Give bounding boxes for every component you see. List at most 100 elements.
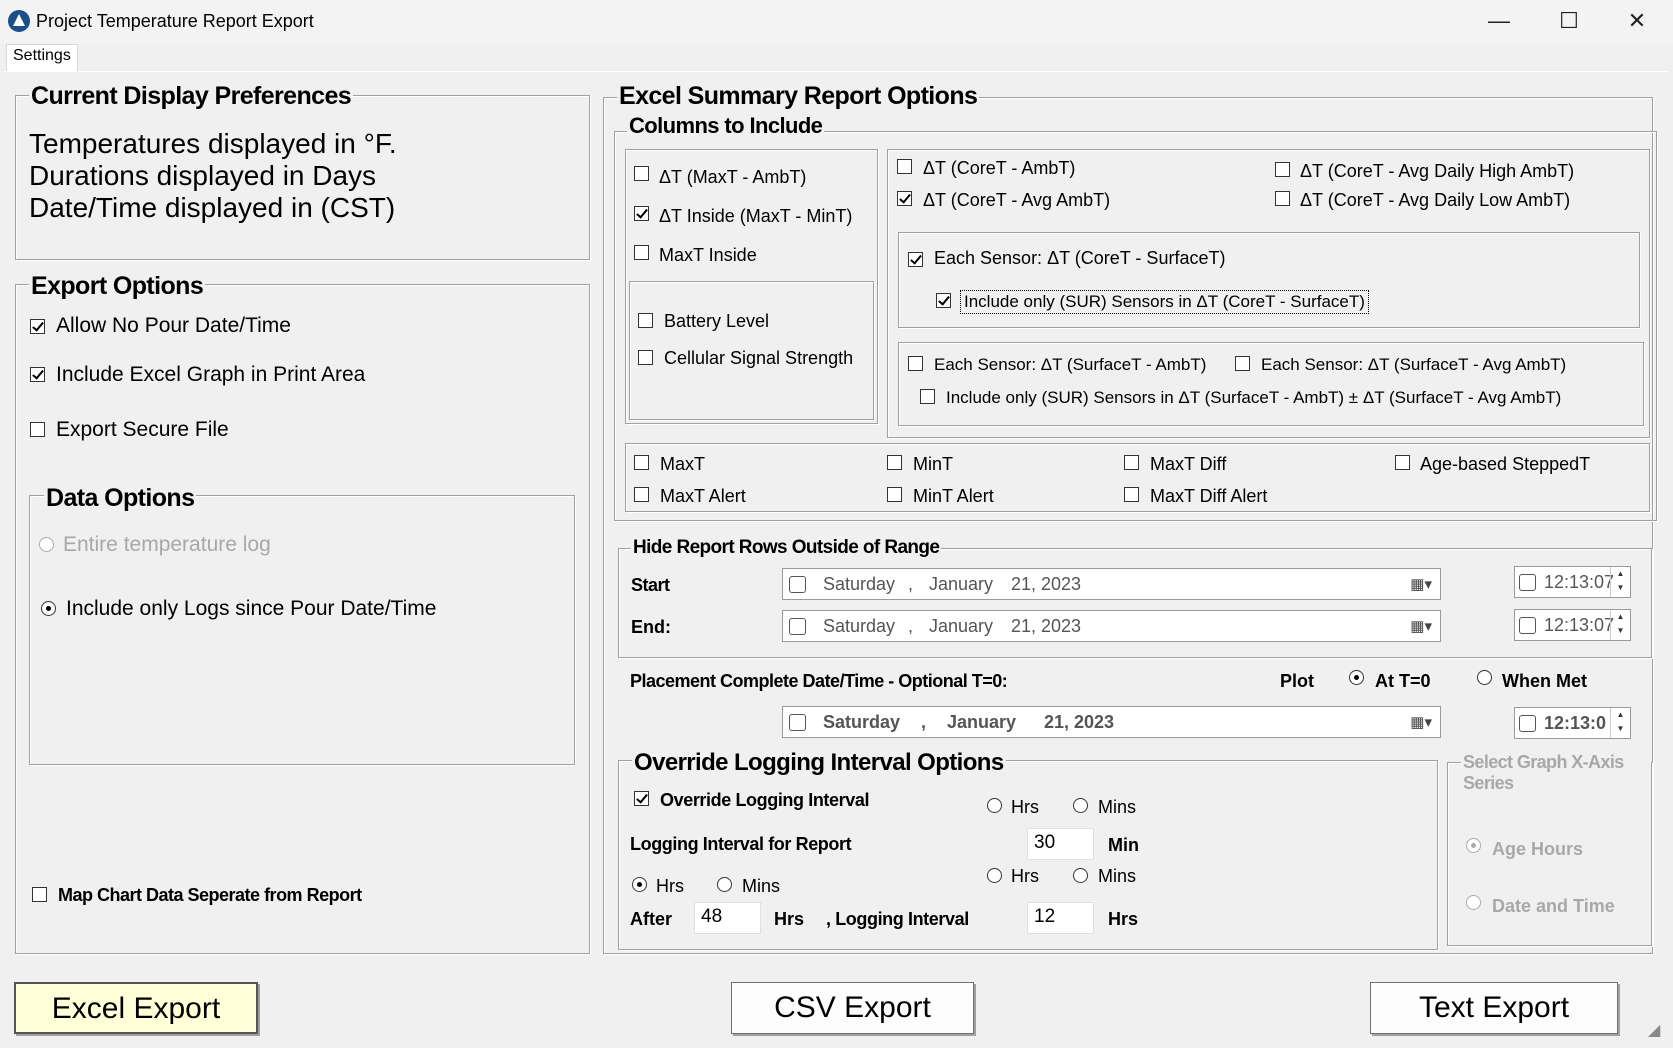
each-surface-avg-checkbox[interactable]	[1235, 356, 1250, 371]
core-amb-checkbox[interactable]	[897, 159, 912, 174]
override-mins-label-2: Mins	[1098, 866, 1137, 886]
age-hours-radio[interactable]	[1466, 838, 1481, 853]
end-date-checkbox[interactable]	[789, 618, 806, 635]
override-hrs-label-1: Hrs	[1011, 797, 1039, 817]
core-avg-low-label: ΔT (CoreT - Avg Daily Low AmbT)	[1300, 190, 1571, 210]
core-amb-label: ΔT (CoreT - AmbT)	[923, 158, 1076, 178]
mint-alert-label: MinT Alert	[913, 486, 994, 506]
placement-time-checkbox[interactable]	[1519, 715, 1536, 732]
after-mins-radio[interactable]	[717, 877, 732, 892]
dt-inside-checkbox[interactable]	[634, 206, 649, 221]
core-avg-amb-checkbox[interactable]	[897, 191, 912, 206]
excel-export-button[interactable]: Excel Export	[14, 982, 258, 1034]
each-surface-avg-label: Each Sensor: ΔT (SurfaceT - Avg AmbT)	[1261, 355, 1567, 374]
placement-sep: ,	[921, 712, 927, 732]
menu-bar	[0, 44, 1673, 71]
include-graph-checkbox[interactable]	[30, 367, 45, 382]
export-options-title: Export Options	[29, 272, 206, 301]
map-chart-checkbox[interactable]	[32, 887, 47, 902]
core-avg-low-checkbox[interactable]	[1275, 191, 1290, 206]
override-label: Override Logging Interval	[660, 790, 870, 810]
after-input[interactable]: 48	[694, 902, 761, 934]
placement-date: 21, 2023	[1044, 712, 1115, 732]
calendar-dropdown-icon[interactable]: ▦▾	[1410, 575, 1432, 593]
resize-grip-icon[interactable]: ◢	[1648, 1020, 1660, 1040]
placement-date-checkbox[interactable]	[789, 714, 806, 731]
placement-date-picker[interactable]: Saturday , January 21, 2023 ▦▾	[782, 706, 1441, 738]
end-time-checkbox[interactable]	[1519, 617, 1536, 634]
start-date: 21, 2023	[1011, 574, 1082, 594]
since-pour-radio[interactable]	[41, 601, 56, 616]
secure-file-checkbox[interactable]	[30, 422, 45, 437]
menu-settings[interactable]: Settings	[6, 44, 78, 71]
maxt-alert-checkbox[interactable]	[634, 487, 649, 502]
after-hrs-radio[interactable]	[632, 877, 647, 892]
logging-interval-unit: Hrs	[1108, 909, 1139, 929]
placement-time: 12:13:0	[1544, 713, 1607, 733]
mint-alert-checkbox[interactable]	[887, 487, 902, 502]
dt-max-amb-checkbox[interactable]	[634, 166, 649, 181]
only-sur-surface-checkbox[interactable]	[920, 389, 935, 404]
calendar-dropdown-icon[interactable]: ▦▾	[1410, 713, 1432, 731]
cellular-checkbox[interactable]	[638, 350, 653, 365]
only-sur-core-checkbox[interactable]	[936, 293, 951, 308]
spinner-arrows-icon[interactable]: ▲ ▼	[1610, 567, 1630, 597]
app-icon	[8, 10, 30, 32]
battery-checkbox[interactable]	[638, 313, 653, 328]
end-sep: ,	[908, 616, 914, 636]
placement-time-picker[interactable]: 12:13:0 ▲ ▼	[1514, 707, 1631, 739]
age-stepped-checkbox[interactable]	[1395, 455, 1410, 470]
excel-options-title: Excel Summary Report Options	[617, 82, 980, 111]
mint-checkbox[interactable]	[887, 455, 902, 470]
maxt-checkbox[interactable]	[634, 455, 649, 470]
end-date-picker[interactable]: Saturday , January 21, 2023 ▦▾	[782, 610, 1441, 642]
override-mins-radio-1[interactable]	[1073, 798, 1088, 813]
battery-label: Battery Level	[664, 311, 770, 331]
pref-datetime: Date/Time displayed in (CST)	[29, 192, 396, 223]
include-graph-label: Include Excel Graph in Print Area	[56, 363, 366, 386]
calendar-dropdown-icon[interactable]: ▦▾	[1410, 617, 1432, 635]
start-date-picker[interactable]: Saturday , January 21, 2023 ▦▾	[782, 568, 1441, 600]
at-t0-radio[interactable]	[1349, 670, 1364, 685]
override-mins-radio-2[interactable]	[1073, 868, 1088, 883]
spinner-arrows-icon[interactable]: ▲ ▼	[1610, 708, 1630, 738]
when-met-label: When Met	[1502, 671, 1587, 691]
allow-no-pour-label: Allow No Pour Date/Time	[56, 314, 291, 337]
override-hrs-radio-1[interactable]	[987, 798, 1002, 813]
maxt-inside-label: MaxT Inside	[659, 245, 757, 265]
date-time-radio[interactable]	[1466, 895, 1481, 910]
maxt-alert-label: MaxT Alert	[660, 486, 746, 506]
spinner-arrows-icon[interactable]: ▲ ▼	[1610, 610, 1630, 640]
after-hrs-label: Hrs	[656, 876, 684, 896]
start-day: Saturday	[823, 574, 896, 594]
when-met-radio[interactable]	[1477, 670, 1492, 685]
allow-no-pour-checkbox[interactable]	[30, 319, 45, 334]
override-hrs-radio-2[interactable]	[987, 868, 1002, 883]
end-time: 12:13:07	[1544, 615, 1615, 635]
maxt-diff-alert-checkbox[interactable]	[1124, 487, 1139, 502]
logging-interval-input[interactable]: 12	[1027, 902, 1094, 934]
core-avg-high-checkbox[interactable]	[1275, 162, 1290, 177]
csv-export-button[interactable]: CSV Export	[731, 982, 974, 1034]
maxt-label: MaxT	[660, 454, 705, 474]
start-date-checkbox[interactable]	[789, 576, 806, 593]
data-options-title: Data Options	[44, 484, 197, 513]
end-time-picker[interactable]: 12:13:07 ▲ ▼	[1514, 609, 1631, 641]
display-prefs-title: Current Display Preferences	[29, 82, 354, 111]
interval-input[interactable]: 30	[1027, 828, 1094, 860]
cellular-label: Cellular Signal Strength	[664, 348, 854, 368]
override-checkbox[interactable]	[634, 791, 649, 806]
start-time-checkbox[interactable]	[1519, 574, 1536, 591]
close-icon[interactable]: ✕	[1602, 0, 1672, 44]
maximize-icon[interactable]: ☐	[1534, 0, 1604, 44]
placement-day: Saturday	[823, 712, 901, 732]
each-core-surface-checkbox[interactable]	[908, 252, 923, 267]
each-surface-amb-checkbox[interactable]	[908, 356, 923, 371]
text-export-button[interactable]: Text Export	[1370, 982, 1618, 1034]
maxt-inside-checkbox[interactable]	[634, 245, 649, 260]
maxt-diff-checkbox[interactable]	[1124, 455, 1139, 470]
after-unit: Hrs	[774, 909, 805, 929]
start-time-picker[interactable]: 12:13:07 ▲ ▼	[1514, 566, 1631, 598]
minimize-icon[interactable]: —	[1464, 0, 1534, 44]
entire-log-radio[interactable]	[39, 537, 54, 552]
